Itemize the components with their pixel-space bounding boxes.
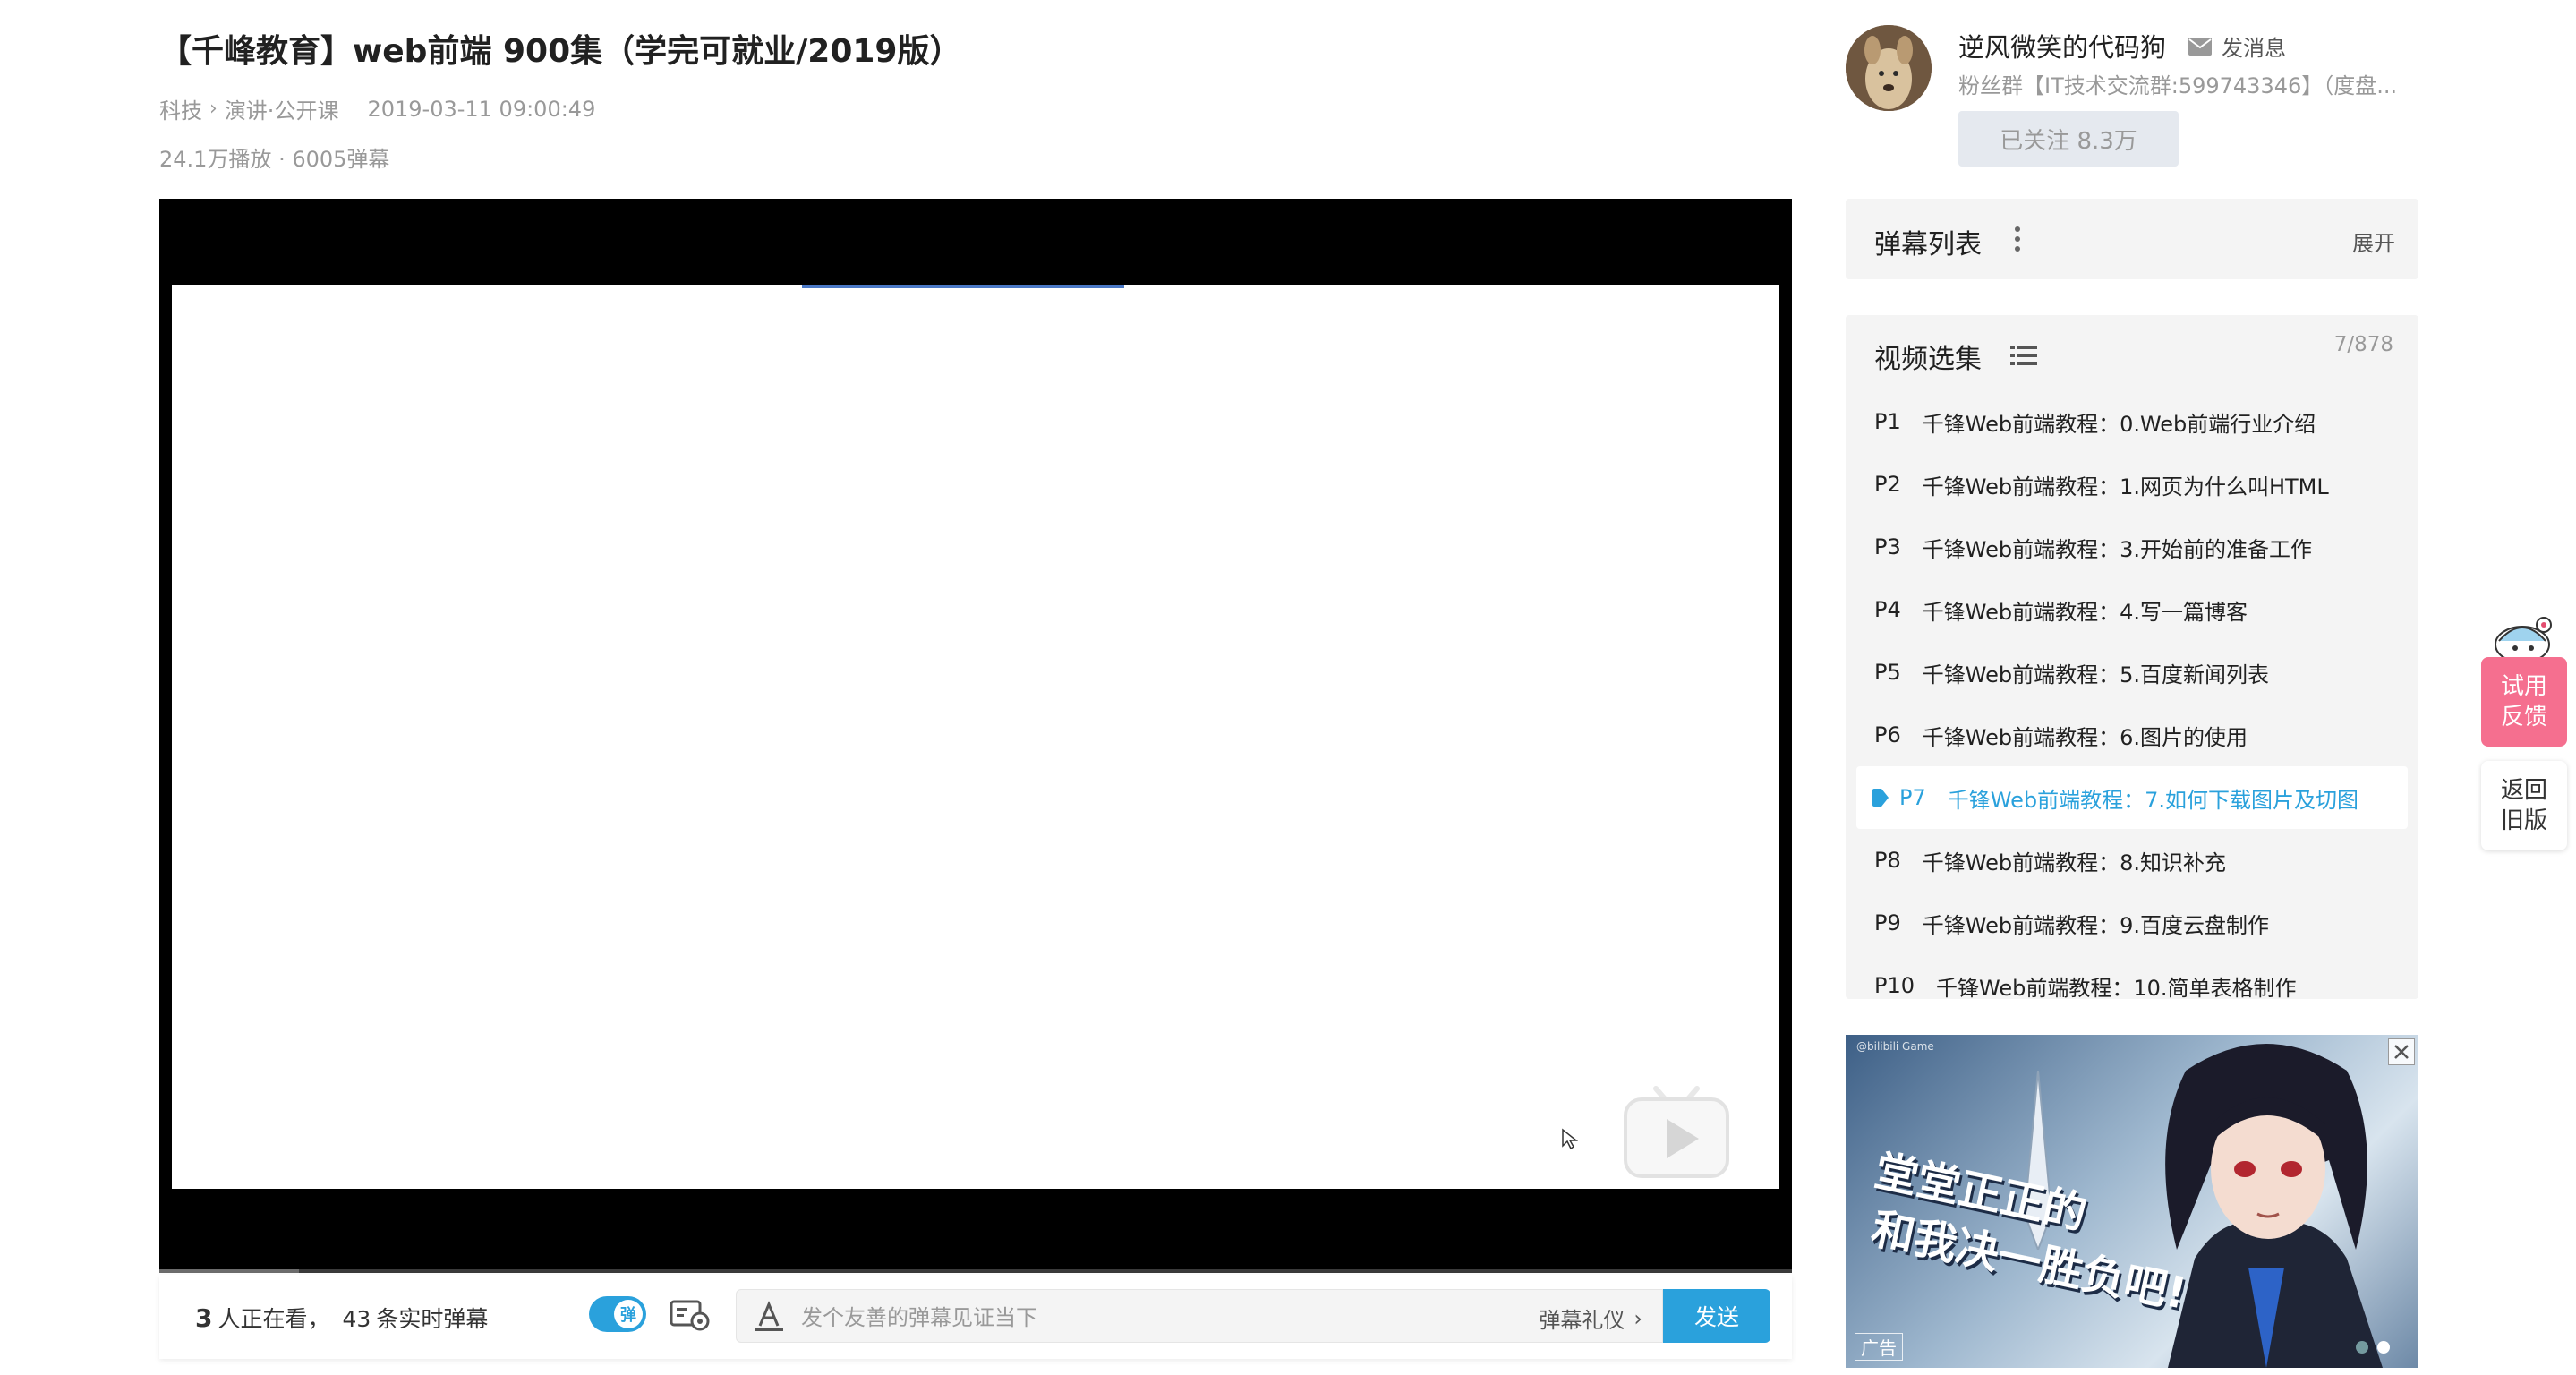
danmaku-list-panel: 弹幕列表 展开 (1846, 199, 2418, 279)
danmaku-input-wrapper: 弹幕礼仪 › (736, 1289, 1663, 1343)
viewers-count: 3 (195, 1303, 213, 1333)
video-meta: 科技 › 演讲·公开课 2019-03-11 09:00:49 (159, 93, 595, 124)
ad-pager[interactable] (2356, 1341, 2399, 1354)
danmaku-toggle[interactable]: 弹 (589, 1296, 646, 1332)
episode-number: P9 (1874, 910, 1901, 935)
danmaku-list-title: 弹幕列表 (1874, 229, 1982, 260)
uploader-name[interactable]: 逆风微笑的代码狗 (1958, 27, 2166, 64)
episode-number: P10 (1874, 973, 1915, 998)
ad-close-icon[interactable] (2388, 1038, 2415, 1065)
screen-top-accent (802, 285, 1124, 288)
more-vertical-icon[interactable] (2012, 224, 2023, 254)
feedback-label-2: 反馈 (2500, 704, 2547, 730)
list-view-icon[interactable] (2010, 344, 2037, 367)
episode-number: P6 (1874, 722, 1901, 747)
episode-item[interactable]: P6 千锋Web前端教程：6.图片的使用 (1856, 704, 2408, 766)
now-playing-icon (1872, 789, 1889, 807)
viewer-stats: 3 人正在看， 43 条实时弹幕 (195, 1302, 488, 1334)
viewers-text: 人正在看， (218, 1306, 330, 1332)
episode-title: 千锋Web前端教程：3.开始前的准备工作 (1922, 536, 2312, 562)
mouse-cursor-icon (1562, 1128, 1579, 1150)
send-message-link[interactable]: 发消息 (2188, 30, 2286, 62)
mail-icon (2188, 37, 2212, 56)
episode-item[interactable]: P8 千锋Web前端教程：8.知识补充 (1856, 829, 2408, 892)
ad-label: 广告 (1855, 1333, 1903, 1361)
video-player[interactable] (159, 199, 1792, 1273)
return-old-version-button[interactable]: 返回 旧版 (2481, 761, 2567, 850)
breadcrumb-separator: › (209, 98, 218, 120)
danmaku-input[interactable] (799, 1297, 1429, 1338)
ad-banner[interactable]: @bilibili Game 堂堂正正的 和我决一胜负吧! 广告 (1846, 1035, 2418, 1368)
progress-buffered (159, 1269, 299, 1273)
episode-title: 千锋Web前端教程：1.网页为什么叫HTML (1922, 474, 2329, 500)
publish-date: 2019-03-11 09:00:49 (367, 96, 596, 122)
feedback-label-1: 试用 (2500, 673, 2547, 700)
ad-brand: @bilibili Game (1856, 1040, 1934, 1053)
episode-title: 千锋Web前端教程：6.图片的使用 (1922, 724, 2248, 750)
episode-item[interactable]: P10 千锋Web前端教程：10.简单表格制作 (1856, 954, 2408, 999)
episode-title: 千锋Web前端教程：5.百度新闻列表 (1922, 662, 2269, 688)
danmaku-toggle-label: 弹 (614, 1300, 643, 1328)
episode-count: 7/878 (2333, 333, 2393, 356)
episode-item[interactable]: P1 千锋Web前端教程：0.Web前端行业介绍 (1856, 390, 2408, 453)
subcategory-link[interactable]: 演讲·公开课 (225, 93, 339, 124)
episode-number: P7 (1899, 785, 1926, 810)
episode-title: 千锋Web前端教程：8.知识补充 (1922, 850, 2226, 875)
episode-number: P4 (1874, 597, 1901, 622)
old-version-label-2: 旧版 (2500, 807, 2547, 834)
danmaku-settings-icon[interactable] (670, 1298, 711, 1332)
old-version-label-1: 返回 (2500, 777, 2547, 804)
episode-number: P1 (1874, 409, 1901, 434)
episode-number: P3 (1874, 534, 1901, 559)
dog-avatar-icon (1846, 25, 1932, 111)
send-danmaku-button[interactable]: 发送 (1663, 1289, 1770, 1343)
video-title: 【千峰教育】web前端 900集（学完可就业/2019版） (159, 33, 962, 70)
episode-list: P1 千锋Web前端教程：0.Web前端行业介绍 P2 千锋Web前端教程：1.网页… (1856, 390, 2408, 999)
uploader-description: 粉丝群【IT技术交流群:599743346】（度盘... (1958, 73, 2398, 98)
episode-title: 千锋Web前端教程：0.Web前端行业介绍 (1922, 411, 2316, 437)
send-message-label: 发消息 (2222, 36, 2286, 61)
category-link[interactable]: 科技 (159, 93, 202, 124)
episode-list-title: 视频选集 (1874, 344, 1982, 375)
danmaku-send-bar: 3人正在看， 43条实时弹幕 弹 弹幕礼仪 › 发送 (159, 1275, 1792, 1359)
episode-item[interactable]: P4 千锋Web前端教程：4.写一篇博客 (1856, 578, 2408, 641)
expand-danmaku-button[interactable]: 展开 (2352, 226, 2395, 257)
ad-dot-active[interactable] (2377, 1341, 2390, 1354)
danmaku-etiquette-link[interactable]: 弹幕礼仪 › (1539, 1302, 1642, 1334)
play-button-icon[interactable] (1620, 1081, 1733, 1185)
video-stats: 24.1万播放 · 6005弹幕 (159, 147, 390, 172)
followed-button[interactable]: 已关注 8.3万 (1958, 111, 2179, 167)
episode-list-panel: 视频选集 7/878 P1 千锋Web前端教程：0.Web前端行业介绍 P2 千锋W… (1846, 315, 2418, 999)
episode-title: 千锋Web前端教程：7.如何下载图片及切图 (1947, 787, 2358, 813)
font-style-icon[interactable] (753, 1301, 785, 1333)
chevron-right-icon: › (1633, 1305, 1642, 1331)
episode-item[interactable]: P9 千锋Web前端教程：9.百度云盘制作 (1856, 892, 2408, 954)
episode-item[interactable]: P5 千锋Web前端教程：5.百度新闻列表 (1856, 641, 2408, 704)
episode-title: 千锋Web前端教程：10.简单表格制作 (1936, 975, 2297, 1000)
live-danmaku-text: 条实时弹幕 (376, 1306, 489, 1332)
feedback-button[interactable]: 试用 反馈 (2481, 657, 2567, 747)
ad-dot[interactable] (2356, 1341, 2368, 1354)
episode-number: P5 (1874, 660, 1901, 685)
etiquette-label: 弹幕礼仪 (1539, 1308, 1625, 1333)
episode-item[interactable]: P3 千锋Web前端教程：3.开始前的准备工作 (1856, 516, 2408, 578)
episode-number: P8 (1874, 848, 1901, 873)
progress-track[interactable] (159, 1269, 1792, 1273)
episode-title: 千锋Web前端教程：4.写一篇博客 (1922, 599, 2248, 625)
episode-item[interactable]: P2 千锋Web前端教程：1.网页为什么叫HTML (1856, 453, 2408, 516)
episode-item-active[interactable]: P7 千锋Web前端教程：7.如何下载图片及切图 (1856, 766, 2408, 829)
uploader-avatar[interactable] (1846, 25, 1932, 111)
live-danmaku-count: 43 (342, 1306, 371, 1332)
episode-title: 千锋Web前端教程：9.百度云盘制作 (1922, 912, 2269, 938)
video-screen[interactable] (172, 285, 1779, 1189)
episode-number: P2 (1874, 472, 1901, 497)
